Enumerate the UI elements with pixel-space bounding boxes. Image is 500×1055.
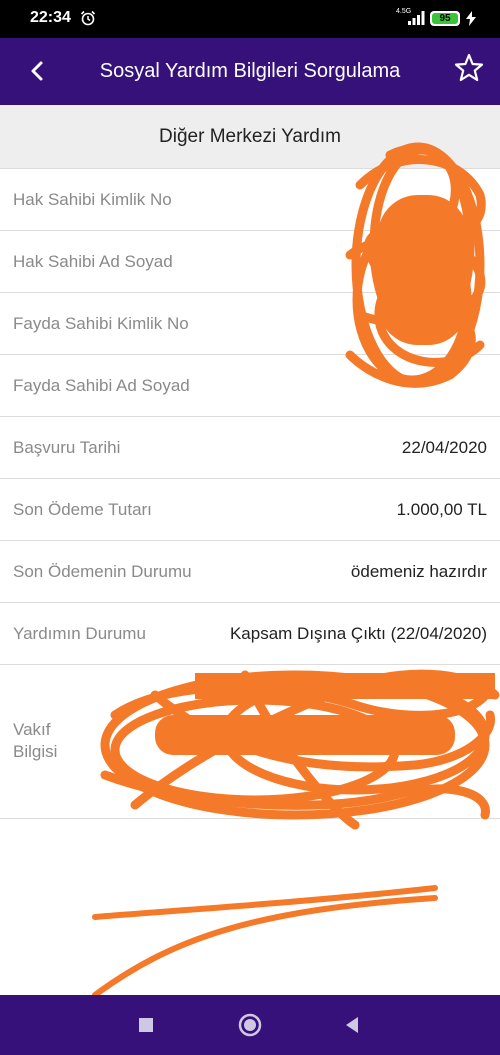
row-vakif-bilgisi: Vakıf Bilgisi bbox=[0, 665, 500, 819]
row-value: Kapsam Dışına Çıktı (22/04/2020) bbox=[229, 624, 487, 643]
row-label: Vakıf Bilgisi bbox=[13, 720, 58, 761]
row-label: Fayda Sahibi Kimlik No bbox=[13, 314, 189, 333]
back-arrow-icon[interactable] bbox=[22, 56, 52, 86]
redaction-stroke-bottom bbox=[92, 885, 438, 998]
recent-apps-icon[interactable] bbox=[132, 1011, 160, 1039]
app-bar: Sosyal Yardım Bilgileri Sorgulama bbox=[0, 38, 500, 105]
row-fayda-sahibi-kimlik-no: Fayda Sahibi Kimlik No bbox=[0, 293, 500, 355]
alarm-icon bbox=[80, 10, 96, 26]
section-title: Diğer Merkezi Yardım bbox=[0, 105, 500, 169]
charging-icon bbox=[466, 11, 476, 26]
row-label: Hak Sahibi Ad Soyad bbox=[13, 252, 173, 271]
row-label: Hak Sahibi Kimlik No bbox=[13, 190, 172, 209]
status-bar: 22:34 4.5G 95 bbox=[0, 0, 500, 38]
row-value: 22/04/2020 bbox=[401, 438, 487, 457]
home-icon[interactable] bbox=[236, 1011, 264, 1039]
back-icon[interactable] bbox=[338, 1011, 366, 1039]
status-time: 22:34 bbox=[30, 9, 71, 26]
row-value: ödemeniz hazırdır bbox=[350, 562, 487, 581]
row-value: 1.000,00 TL bbox=[396, 500, 487, 519]
row-son-odeme-tutari: Son Ödeme Tutarı 1.000,00 TL bbox=[0, 479, 500, 541]
star-icon[interactable] bbox=[453, 52, 485, 84]
battery-icon: 95 bbox=[430, 11, 460, 26]
page-title: Sosyal Yardım Bilgileri Sorgulama bbox=[99, 60, 401, 82]
row-basvuru-tarihi: Başvuru Tarihi 22/04/2020 bbox=[0, 417, 500, 479]
row-label: Son Ödeme Tutarı bbox=[13, 500, 152, 519]
battery-level: 95 bbox=[432, 13, 458, 24]
row-label: Yardımın Durumu bbox=[13, 624, 146, 643]
system-nav-bar bbox=[0, 995, 500, 1055]
row-label: Son Ödemenin Durumu bbox=[13, 562, 192, 581]
row-fayda-sahibi-ad-soyad: Fayda Sahibi Ad Soyad bbox=[0, 355, 500, 417]
signal-icon bbox=[408, 11, 425, 25]
row-son-odemenin-durumu: Son Ödemenin Durumu ödemeniz hazırdır bbox=[0, 541, 500, 603]
row-yardimin-durumu: Yardımın Durumu Kapsam Dışına Çıktı (22/… bbox=[0, 603, 500, 665]
row-label: Fayda Sahibi Ad Soyad bbox=[13, 376, 190, 395]
row-label: Başvuru Tarihi bbox=[13, 438, 121, 457]
row-hak-sahibi-kimlik-no: Hak Sahibi Kimlik No bbox=[0, 169, 500, 231]
row-hak-sahibi-ad-soyad: Hak Sahibi Ad Soyad bbox=[0, 231, 500, 293]
